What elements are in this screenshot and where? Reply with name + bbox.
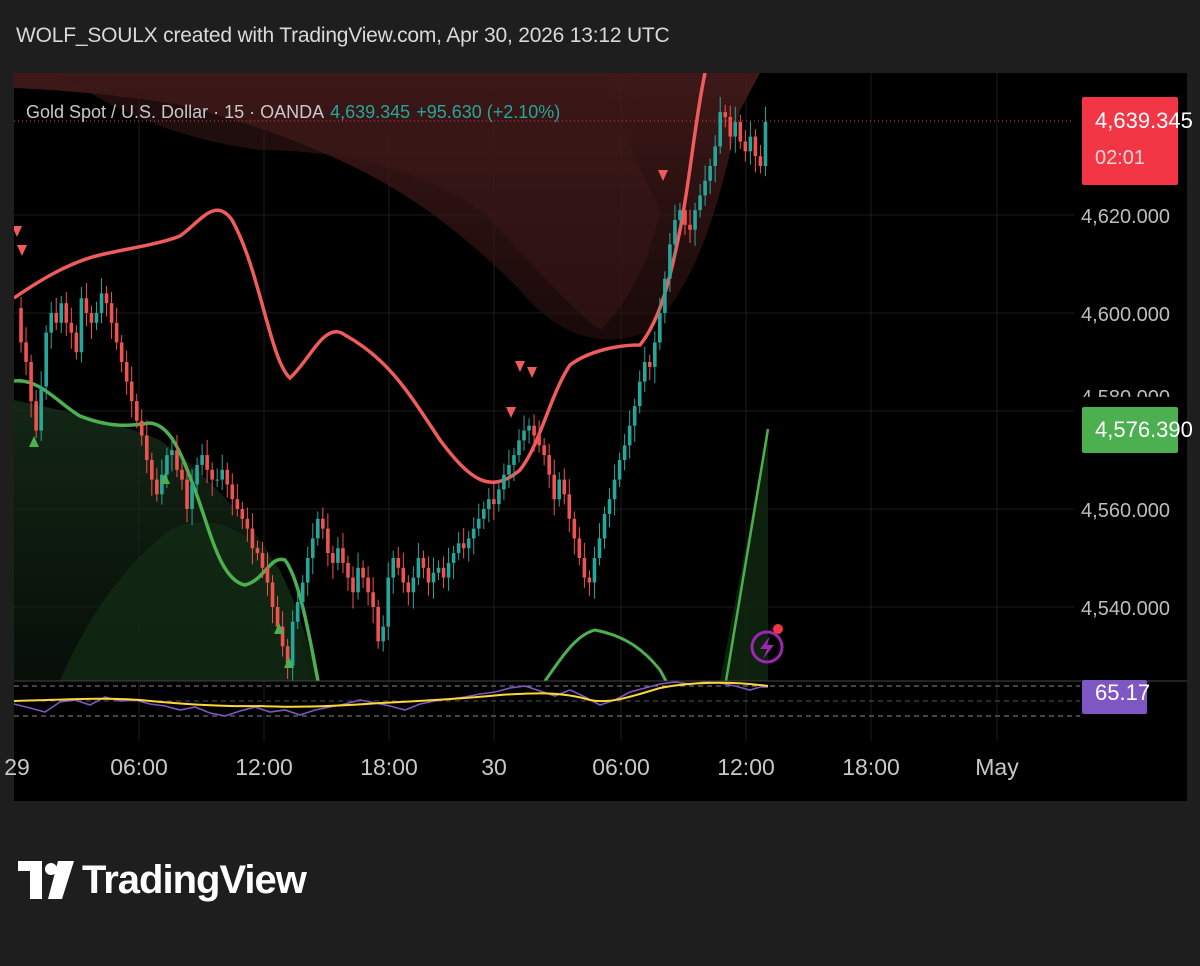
tradingview-logo[interactable]: TradingView: [18, 858, 307, 903]
chart-attribution: WOLF_SOULX created with TradingView.com,…: [16, 24, 670, 47]
change-label: +95.630 (+2.10%): [416, 102, 561, 122]
tradingview-logo-icon: [18, 860, 74, 899]
chart-legend: Gold Spot / U.S. Dollar · 15 · OANDA 4,63…: [26, 102, 560, 123]
symbol-label: Gold Spot / U.S. Dollar · 15 · OANDA: [26, 102, 325, 122]
chart-panel[interactable]: [14, 73, 1187, 801]
brand-name: TradingView: [82, 858, 307, 902]
price-label: 4,639.345: [330, 102, 411, 122]
